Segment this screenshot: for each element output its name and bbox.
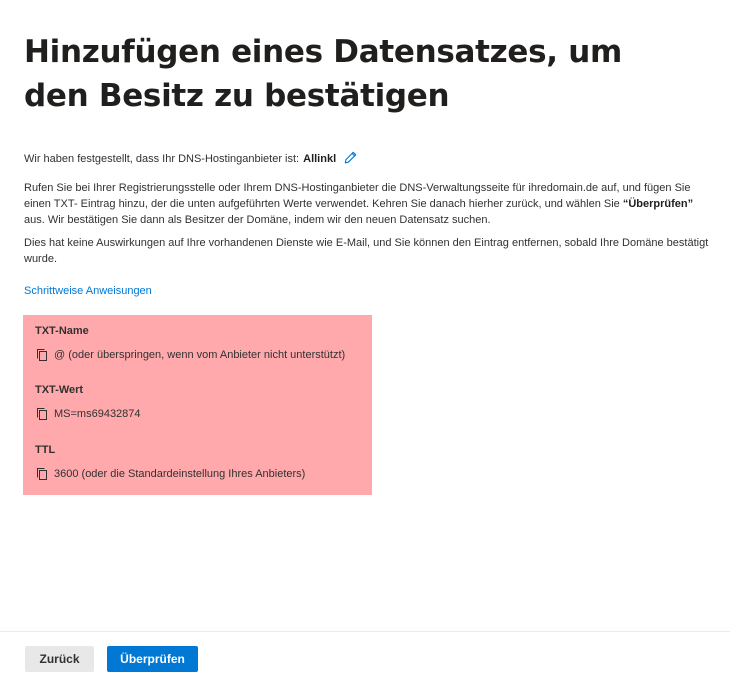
dns-provider-detection: Wir haben festgestellt, dass Ihr DNS-Hos… xyxy=(24,151,357,167)
instructions-text-2: aus. Wir bestätigen Sie dann als Besitze… xyxy=(24,214,491,226)
back-button[interactable]: Zurück xyxy=(25,646,94,672)
record-value: 3600 (oder die Standardeinstellung Ihres… xyxy=(54,468,306,480)
copy-icon[interactable] xyxy=(35,348,49,362)
record-txt-value: TXT-Wert MS=ms69432874 xyxy=(35,382,141,422)
record-value-row: MS=ms69432874 xyxy=(35,406,141,422)
record-value: @ (oder überspringen, wenn vom Anbieter … xyxy=(54,349,346,361)
instructions-text-1: Rufen Sie bei Ihrer Registrierungsstelle… xyxy=(24,182,691,210)
dns-provider-name: Allinkl xyxy=(303,153,337,165)
detection-text: Wir haben festgestellt, dass Ihr DNS-Hos… xyxy=(24,153,300,165)
record-label: TTL xyxy=(35,444,56,456)
footer-divider xyxy=(0,631,730,632)
record-value: MS=ms69432874 xyxy=(54,408,141,420)
record-ttl: TTL 3600 (oder die Standardeinstellung I… xyxy=(35,442,305,482)
txt-record-panel: TXT-Name @ (oder überspringen, wenn vom … xyxy=(23,315,372,495)
record-label: TXT-Wert xyxy=(35,384,84,396)
instructions-paragraph: Rufen Sie bei Ihrer Registrierungsstelle… xyxy=(24,180,714,228)
verify-button[interactable]: Überprüfen xyxy=(107,646,198,672)
impact-paragraph: Dies hat keine Auswirkungen auf Ihre vor… xyxy=(24,237,709,265)
record-value-row: @ (oder überspringen, wenn vom Anbieter … xyxy=(35,347,345,363)
record-txt-name: TXT-Name @ (oder überspringen, wenn vom … xyxy=(35,323,345,363)
copy-icon[interactable] xyxy=(35,467,49,481)
record-label: TXT-Name xyxy=(35,325,89,337)
page-title: Hinzufügen eines Datensatzes, um den Bes… xyxy=(24,34,622,114)
record-value-row: 3600 (oder die Standardeinstellung Ihres… xyxy=(35,466,305,482)
pencil-icon[interactable] xyxy=(344,151,357,164)
step-by-step-link[interactable]: Schrittweise Anweisungen xyxy=(24,283,152,299)
verify-reference: “Überprüfen” xyxy=(622,198,694,210)
copy-icon[interactable] xyxy=(35,407,49,421)
